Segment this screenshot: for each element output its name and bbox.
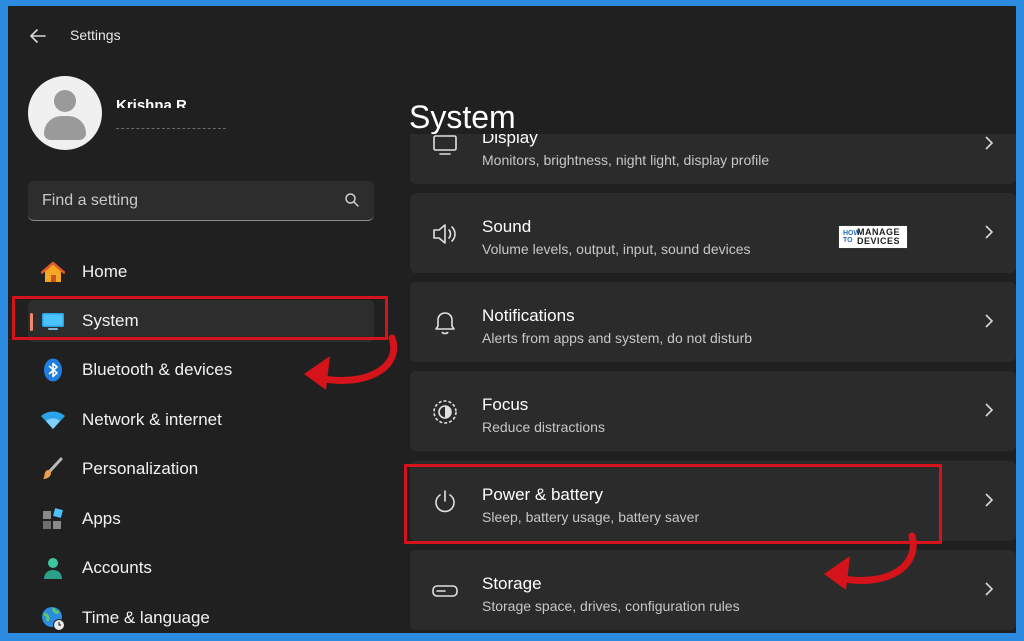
back-button[interactable] [24, 24, 52, 48]
card-title: Focus [482, 395, 529, 414]
card-subtitle: Storage space, drives, configuration rul… [482, 598, 740, 614]
watermark-line1: HOW TO [843, 230, 861, 244]
back-arrow-icon [30, 29, 46, 43]
bell-icon [430, 308, 460, 338]
title-bar: Settings [8, 6, 1016, 66]
chevron-right-icon [985, 225, 994, 239]
card-focus[interactable]: Focus Reduce distractions [410, 371, 1016, 451]
card-title: Display [482, 134, 538, 147]
chevron-right-icon [985, 582, 994, 596]
user-email-redacted [116, 128, 226, 133]
card-title: Notifications [482, 306, 575, 325]
watermark-line2: MANAGE DEVICES [857, 227, 901, 246]
card-subtitle: Alerts from apps and system, do not dist… [482, 330, 753, 346]
avatar-head-icon [54, 90, 76, 112]
card-title: Storage [482, 574, 542, 593]
card-subtitle: Reduce distractions [482, 419, 605, 435]
card-subtitle: Monitors, brightness, night light, displ… [482, 152, 770, 168]
settings-window: Settings Krishna R Find a setting Home S… [8, 6, 1016, 633]
user-name: Krishna R [116, 97, 187, 108]
page-title: System [409, 99, 516, 136]
chevron-right-icon [985, 493, 994, 507]
card-sound[interactable]: Sound Volume levels, output, input, soun… [410, 193, 1016, 273]
power-highlight-box [404, 464, 942, 544]
chevron-right-icon [985, 403, 994, 417]
card-subtitle: Volume levels, output, input, sound devi… [482, 241, 751, 257]
storage-icon [430, 576, 460, 606]
chevron-right-icon [985, 136, 994, 150]
card-title: Sound [482, 217, 532, 236]
card-notifications[interactable]: Notifications Alerts from apps and syste… [410, 282, 1016, 362]
card-display[interactable]: Display Monitors, brightness, night ligh… [410, 134, 1016, 184]
display-icon [430, 134, 460, 160]
chevron-right-icon [985, 314, 994, 328]
window-title: Settings [70, 27, 121, 43]
card-storage[interactable]: Storage Storage space, drives, configura… [410, 550, 1016, 630]
watermark-logo: HOW TO MANAGE DEVICES [838, 225, 908, 249]
focus-icon [430, 397, 460, 427]
speaker-icon [430, 219, 460, 249]
